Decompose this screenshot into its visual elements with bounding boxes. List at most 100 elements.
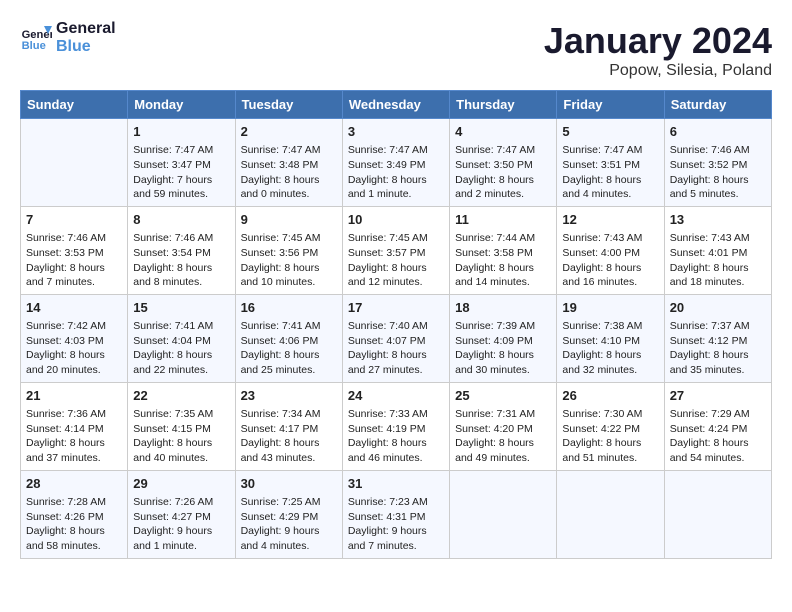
calendar-cell: 28 Sunrise: 7:28 AM Sunset: 4:26 PM Dayli… — [21, 470, 128, 558]
day-info: Sunrise: 7:35 AM Sunset: 4:15 PM Dayligh… — [133, 407, 229, 466]
day-number: 28 — [26, 475, 122, 493]
calendar-cell: 16 Sunrise: 7:41 AM Sunset: 4:06 PM Dayli… — [235, 294, 342, 382]
weekday-header-sunday: Sunday — [21, 91, 128, 119]
day-number: 23 — [241, 387, 337, 405]
day-number: 15 — [133, 299, 229, 317]
day-number: 12 — [562, 211, 658, 229]
day-info: Sunrise: 7:47 AM Sunset: 3:50 PM Dayligh… — [455, 143, 551, 202]
calendar-cell: 9Sunrise: 7:45 AM Sunset: 3:56 PM Daylig… — [235, 206, 342, 294]
calendar-cell: 1Sunrise: 7:47 AM Sunset: 3:47 PM Daylig… — [128, 119, 235, 207]
logo-text-general: General — [56, 20, 116, 38]
day-info: Sunrise: 7:47 AM Sunset: 3:48 PM Dayligh… — [241, 143, 337, 202]
weekday-header-thursday: Thursday — [450, 91, 557, 119]
day-number: 14 — [26, 299, 122, 317]
title-block: January 2024 Popow, Silesia, Poland — [544, 20, 772, 80]
day-info: Sunrise: 7:46 AM Sunset: 3:54 PM Dayligh… — [133, 231, 229, 290]
calendar-cell: 12Sunrise: 7:43 AM Sunset: 4:00 PM Dayli… — [557, 206, 664, 294]
calendar-cell: 17Sunrise: 7:40 AM Sunset: 4:07 PM Dayli… — [342, 294, 449, 382]
calendar-week-3: 21 Sunrise: 7:36 AM Sunset: 4:14 PM Dayli… — [21, 382, 772, 470]
calendar-cell — [450, 470, 557, 558]
day-number: 21 — [26, 387, 122, 405]
location: Popow, Silesia, Poland — [544, 62, 772, 80]
calendar-cell: 29Sunrise: 7:26 AM Sunset: 4:27 PM Dayli… — [128, 470, 235, 558]
day-number: 6 — [670, 123, 766, 141]
calendar-cell: 31Sunrise: 7:23 AM Sunset: 4:31 PM Dayli… — [342, 470, 449, 558]
day-info: Sunrise: 7:41 AM Sunset: 4:06 PM Dayligh… — [241, 319, 337, 378]
day-number: 11 — [455, 211, 551, 229]
weekday-header-wednesday: Wednesday — [342, 91, 449, 119]
day-number: 16 — [241, 299, 337, 317]
calendar-week-1: 7Sunrise: 7:46 AM Sunset: 3:53 PM Daylig… — [21, 206, 772, 294]
day-info: Sunrise: 7:28 AM Sunset: 4:26 PM Dayligh… — [26, 495, 122, 554]
day-number: 27 — [670, 387, 766, 405]
day-number: 10 — [348, 211, 444, 229]
day-number: 19 — [562, 299, 658, 317]
calendar-cell — [557, 470, 664, 558]
day-info: Sunrise: 7:36 AM Sunset: 4:14 PM Dayligh… — [26, 407, 122, 466]
calendar-cell: 27 Sunrise: 7:29 AM Sunset: 4:24 PM Dayli… — [664, 382, 771, 470]
calendar-cell — [21, 119, 128, 207]
calendar-cell: 21 Sunrise: 7:36 AM Sunset: 4:14 PM Dayli… — [21, 382, 128, 470]
weekday-header-monday: Monday — [128, 91, 235, 119]
day-number: 5 — [562, 123, 658, 141]
logo-icon: General Blue — [20, 22, 52, 54]
day-number: 25 — [455, 387, 551, 405]
day-number: 7 — [26, 211, 122, 229]
calendar-cell: 2 Sunrise: 7:47 AM Sunset: 3:48 PM Daylig… — [235, 119, 342, 207]
calendar-cell: 25 Sunrise: 7:31 AM Sunset: 4:20 PM Dayli… — [450, 382, 557, 470]
calendar-table: SundayMondayTuesdayWednesdayThursdayFrid… — [20, 90, 772, 559]
day-number: 1 — [133, 123, 229, 141]
day-info: Sunrise: 7:34 AM Sunset: 4:17 PM Dayligh… — [241, 407, 337, 466]
day-info: Sunrise: 7:42 AM Sunset: 4:03 PM Dayligh… — [26, 319, 122, 378]
calendar-cell: 19 Sunrise: 7:38 AM Sunset: 4:10 PM Dayli… — [557, 294, 664, 382]
day-info: Sunrise: 7:41 AM Sunset: 4:04 PM Dayligh… — [133, 319, 229, 378]
day-info: Sunrise: 7:30 AM Sunset: 4:22 PM Dayligh… — [562, 407, 658, 466]
calendar-cell: 23 Sunrise: 7:34 AM Sunset: 4:17 PM Dayli… — [235, 382, 342, 470]
day-number: 29 — [133, 475, 229, 493]
day-number: 13 — [670, 211, 766, 229]
day-info: Sunrise: 7:38 AM Sunset: 4:10 PM Dayligh… — [562, 319, 658, 378]
day-number: 26 — [562, 387, 658, 405]
calendar-cell: 11Sunrise: 7:44 AM Sunset: 3:58 PM Dayli… — [450, 206, 557, 294]
calendar-cell: 18 Sunrise: 7:39 AM Sunset: 4:09 PM Dayli… — [450, 294, 557, 382]
day-number: 3 — [348, 123, 444, 141]
day-info: Sunrise: 7:33 AM Sunset: 4:19 PM Dayligh… — [348, 407, 444, 466]
calendar-cell: 20 Sunrise: 7:37 AM Sunset: 4:12 PM Dayli… — [664, 294, 771, 382]
calendar-week-0: 1Sunrise: 7:47 AM Sunset: 3:47 PM Daylig… — [21, 119, 772, 207]
calendar-header-row: SundayMondayTuesdayWednesdayThursdayFrid… — [21, 91, 772, 119]
calendar-cell: 22 Sunrise: 7:35 AM Sunset: 4:15 PM Dayli… — [128, 382, 235, 470]
day-number: 31 — [348, 475, 444, 493]
calendar-cell: 30Sunrise: 7:25 AM Sunset: 4:29 PM Dayli… — [235, 470, 342, 558]
calendar-body: 1Sunrise: 7:47 AM Sunset: 3:47 PM Daylig… — [21, 119, 772, 559]
day-info: Sunrise: 7:43 AM Sunset: 4:01 PM Dayligh… — [670, 231, 766, 290]
day-info: Sunrise: 7:37 AM Sunset: 4:12 PM Dayligh… — [670, 319, 766, 378]
calendar-week-2: 14 Sunrise: 7:42 AM Sunset: 4:03 PM Dayli… — [21, 294, 772, 382]
day-number: 24 — [348, 387, 444, 405]
day-info: Sunrise: 7:40 AM Sunset: 4:07 PM Dayligh… — [348, 319, 444, 378]
calendar-cell: 13 Sunrise: 7:43 AM Sunset: 4:01 PM Dayli… — [664, 206, 771, 294]
day-number: 18 — [455, 299, 551, 317]
day-number: 20 — [670, 299, 766, 317]
day-number: 8 — [133, 211, 229, 229]
calendar-cell: 7Sunrise: 7:46 AM Sunset: 3:53 PM Daylig… — [21, 206, 128, 294]
calendar-cell: 14 Sunrise: 7:42 AM Sunset: 4:03 PM Dayli… — [21, 294, 128, 382]
logo: General Blue General Blue — [20, 20, 116, 55]
calendar-cell: 6 Sunrise: 7:46 AM Sunset: 3:52 PM Daylig… — [664, 119, 771, 207]
calendar-cell: 4Sunrise: 7:47 AM Sunset: 3:50 PM Daylig… — [450, 119, 557, 207]
calendar-cell — [664, 470, 771, 558]
day-info: Sunrise: 7:47 AM Sunset: 3:51 PM Dayligh… — [562, 143, 658, 202]
day-info: Sunrise: 7:39 AM Sunset: 4:09 PM Dayligh… — [455, 319, 551, 378]
page-header: General Blue General Blue January 2024 P… — [20, 20, 772, 80]
day-info: Sunrise: 7:29 AM Sunset: 4:24 PM Dayligh… — [670, 407, 766, 466]
svg-text:Blue: Blue — [22, 40, 46, 52]
weekday-header-tuesday: Tuesday — [235, 91, 342, 119]
calendar-cell: 26 Sunrise: 7:30 AM Sunset: 4:22 PM Dayli… — [557, 382, 664, 470]
day-info: Sunrise: 7:46 AM Sunset: 3:52 PM Dayligh… — [670, 143, 766, 202]
day-number: 2 — [241, 123, 337, 141]
calendar-cell: 5 Sunrise: 7:47 AM Sunset: 3:51 PM Daylig… — [557, 119, 664, 207]
weekday-header-saturday: Saturday — [664, 91, 771, 119]
day-info: Sunrise: 7:31 AM Sunset: 4:20 PM Dayligh… — [455, 407, 551, 466]
logo-text-blue: Blue — [56, 38, 116, 56]
day-number: 22 — [133, 387, 229, 405]
month-title: January 2024 — [544, 20, 772, 62]
